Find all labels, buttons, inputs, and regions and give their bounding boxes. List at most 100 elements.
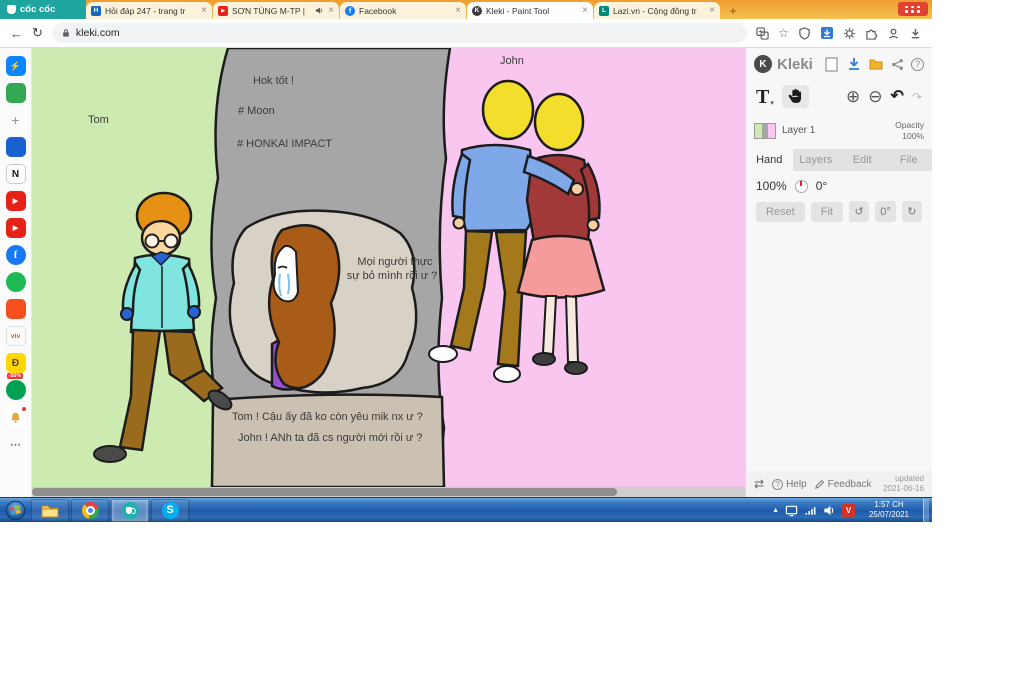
explorer-taskbar-button[interactable] — [31, 498, 69, 522]
reset-button[interactable]: Reset — [756, 201, 805, 222]
app-icon-teal[interactable] — [5, 380, 26, 400]
messenger-icon[interactable]: ⚡ — [5, 56, 26, 76]
coccoc-taskbar-button[interactable] — [111, 498, 149, 522]
add-app-icon[interactable]: + — [6, 110, 26, 130]
save-download-icon[interactable] — [845, 56, 862, 73]
layer-row[interactable]: Layer 1 Opacity 100% — [754, 120, 924, 141]
hand-tool[interactable] — [781, 85, 809, 108]
layer-thumbnail[interactable] — [754, 122, 776, 139]
paint-canvas[interactable]: Tom John Hok tốt ! # Moon # HONKAI IMPAC… — [32, 48, 745, 497]
kleki-panel: K Kleki ? T ▾ ⊕ ⊖ ↶ ↷ Layer 1 Opacity 10… — [745, 48, 932, 497]
rotate-right-button[interactable]: ↻ — [901, 201, 923, 223]
back-icon[interactable]: ← — [10, 26, 23, 41]
rotate-left-button[interactable]: ↺ — [848, 201, 870, 223]
address-bar: ← ↻ kleki.com ☆ — [0, 19, 932, 48]
downloads-icon[interactable] — [909, 27, 922, 40]
vtv-icon[interactable]: vtv — [5, 326, 26, 346]
kleki-toolbar: T ▾ ⊕ ⊖ ↶ ↷ — [756, 85, 922, 108]
tab-facebook[interactable]: f Facebook × — [340, 2, 466, 19]
tab-lazi[interactable]: L Lazi.vn - Cộng đồng tr × — [594, 2, 720, 19]
tab-close-icon[interactable]: × — [709, 5, 715, 16]
shield-icon[interactable] — [798, 26, 811, 40]
canvas-text-honkai: # HONKAI IMPACT — [237, 138, 333, 150]
zoom-out-button[interactable]: ⊖ — [868, 88, 882, 105]
chrome-taskbar-button[interactable] — [71, 498, 109, 522]
canvas-text-hok: Hok tốt ! — [253, 75, 294, 87]
unikey-icon[interactable]: V — [842, 503, 855, 517]
tab-title: Kleki - Paint Tool — [486, 5, 550, 16]
tab-title: Hỏi đáp 247 - trang tr — [105, 5, 186, 16]
notion-icon[interactable]: N — [5, 164, 26, 184]
tab-close-icon[interactable]: × — [328, 5, 334, 16]
profile-icon[interactable] — [887, 27, 900, 40]
app-icon-green[interactable] — [5, 83, 26, 103]
zoom-in-button[interactable]: ⊕ — [846, 88, 860, 105]
zoom-value: 100% — [756, 179, 787, 194]
facebook-icon[interactable]: f — [5, 245, 26, 265]
app-icon-green-circle[interactable] — [5, 272, 26, 292]
fit-button[interactable]: Fit — [810, 201, 843, 222]
tab-close-icon[interactable]: × — [582, 5, 588, 16]
tab-kleki-active[interactable]: K Kleki - Paint Tool × — [467, 2, 593, 19]
tray-expand-icon[interactable]: ▲ — [772, 507, 779, 514]
tab-hoidap247[interactable]: H Hỏi đáp 247 - trang tr × — [86, 2, 212, 19]
tab-audio-icon[interactable] — [315, 6, 324, 15]
text-tool-glyph: T — [756, 85, 770, 108]
chrome-icon — [81, 501, 99, 519]
new-tab-button[interactable]: + — [725, 3, 741, 18]
lazi-favicon: L — [599, 5, 609, 16]
undo-button[interactable]: ↶ — [891, 88, 904, 105]
app-icon-blue[interactable] — [5, 137, 26, 157]
horizontal-scrollbar[interactable] — [32, 487, 745, 497]
new-image-icon[interactable] — [823, 56, 840, 73]
tab-hand[interactable]: Hand — [746, 149, 793, 172]
notifications-bell-icon[interactable] — [5, 406, 27, 427]
help-circle-icon[interactable]: ? — [911, 57, 924, 71]
rotate-reset-button[interactable]: 0° — [875, 201, 896, 223]
youtube-icon-2[interactable]: ▶ — [5, 218, 26, 238]
extensions-icon[interactable] — [865, 27, 878, 40]
tab-layers[interactable]: Layers — [793, 149, 840, 171]
import-folder-icon[interactable] — [867, 56, 884, 73]
taskbar-clock[interactable]: 1:57 CH 25/07/2021 — [861, 500, 917, 520]
url-field[interactable]: kleki.com — [51, 23, 748, 43]
folder-icon — [41, 505, 59, 517]
tab-youtube-sontung[interactable]: ▶ SƠN TÙNG M-TP | × — [213, 2, 339, 19]
tab-close-icon[interactable]: × — [201, 5, 207, 16]
tab-close-icon[interactable]: × — [455, 5, 461, 16]
tab-title: SƠN TÙNG M-TP | — [232, 5, 305, 16]
app-icon-yellow[interactable]: Đ -50% — [5, 353, 26, 379]
canvas-text-bottom-2: John ! ANh ta đã cs người mới rồi ư ? — [238, 432, 423, 444]
scrollbar-thumb[interactable] — [32, 488, 617, 496]
coccoc-cup-icon — [7, 5, 16, 14]
tab-file[interactable]: File — [886, 149, 933, 171]
network-tray-icon[interactable] — [804, 504, 817, 517]
tab-edit[interactable]: Edit — [839, 149, 886, 171]
tab-title: Facebook — [359, 5, 397, 16]
feedback-button[interactable]: Feedback — [814, 479, 872, 490]
kleki-logo: K — [754, 55, 772, 73]
translate-icon[interactable] — [756, 26, 769, 40]
volume-tray-icon[interactable] — [823, 504, 836, 517]
download-manager-icon[interactable] — [820, 26, 834, 40]
app-icon-orange[interactable] — [5, 299, 26, 319]
start-button[interactable] — [0, 500, 30, 521]
discount-badge: -50% — [6, 372, 24, 379]
help-button[interactable]: ? Help — [772, 478, 807, 490]
view-buttons-row: Reset Fit ↺ 0° ↻ — [746, 193, 932, 223]
bookmark-star-icon[interactable]: ☆ — [778, 26, 789, 40]
swap-icon[interactable]: ⇄ — [754, 477, 764, 491]
tab-title: Lazi.vn - Cộng đồng tr — [613, 5, 697, 16]
sidebar-more-icon[interactable]: ⋯ — [6, 434, 26, 454]
gear-icon[interactable] — [843, 27, 856, 40]
youtube-icon-1[interactable]: ▶ — [5, 191, 26, 211]
skype-taskbar-button[interactable]: S — [151, 498, 189, 522]
display-tray-icon[interactable] — [785, 504, 798, 517]
show-desktop-button[interactable] — [923, 498, 929, 522]
share-icon[interactable] — [889, 56, 906, 73]
refresh-icon[interactable]: ↻ — [32, 25, 43, 41]
browser-menu-button[interactable] — [898, 2, 928, 16]
redo-button[interactable]: ↷ — [912, 91, 922, 103]
lock-icon[interactable] — [61, 27, 71, 39]
text-tool[interactable]: T ▾ — [756, 87, 774, 107]
